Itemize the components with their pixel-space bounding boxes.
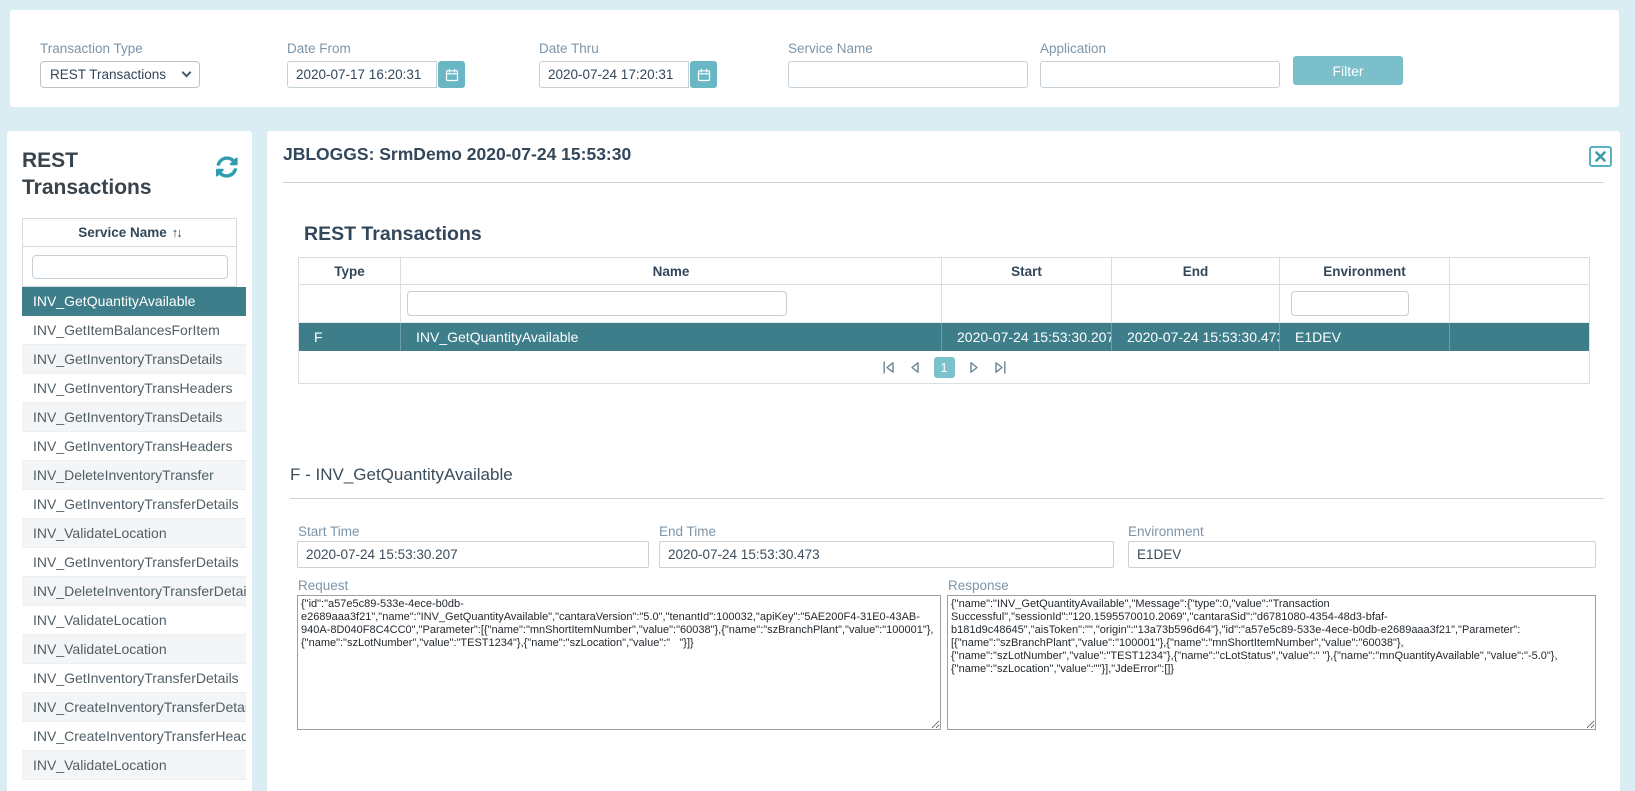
column-header-environment: Environment	[1280, 258, 1450, 284]
sidebar-title: REST Transactions	[22, 147, 187, 201]
application-label: Application	[1040, 41, 1280, 56]
cell-environment: E1DEV	[1280, 323, 1450, 351]
service-list-item[interactable]: INV_GetInventoryTransHeaders	[22, 374, 246, 403]
service-list-item[interactable]: INV_CreateInventoryTransferDetail	[22, 693, 246, 722]
table-row[interactable]: F INV_GetQuantityAvailable 2020-07-24 15…	[299, 323, 1589, 351]
title-divider	[283, 182, 1604, 183]
transaction-type-label: Transaction Type	[40, 41, 200, 56]
service-list-item[interactable]: INV_GetItemBalancesForItem	[22, 316, 246, 345]
column-header-start: Start	[942, 258, 1112, 284]
table-filter-row	[299, 285, 1589, 323]
service-list-item[interactable]: INV_GetInventoryTransferDetails	[22, 490, 246, 519]
end-time-input[interactable]	[659, 541, 1114, 568]
application-group: Application	[1040, 41, 1280, 88]
request-textarea[interactable]	[297, 595, 941, 730]
current-page-button[interactable]: 1	[934, 357, 955, 378]
service-name-label: Service Name	[788, 41, 1028, 56]
service-list-item[interactable]: INV_GetInventoryTransDetails	[22, 345, 246, 374]
response-textarea[interactable]	[947, 595, 1596, 730]
start-time-label: Start Time	[298, 524, 360, 539]
environment-input[interactable]	[1128, 541, 1596, 568]
service-list: INV_GetQuantityAvailableINV_GetItemBalan…	[22, 287, 246, 780]
service-search-input[interactable]	[32, 255, 228, 279]
environment-label: Environment	[1128, 524, 1204, 539]
service-name-column-header[interactable]: Service Name ↑↓	[22, 218, 237, 247]
cell-end: 2020-07-24 15:53:30.473	[1112, 323, 1280, 351]
next-page-button[interactable]	[969, 359, 980, 375]
date-from-input[interactable]	[287, 61, 437, 88]
service-search-box	[22, 247, 237, 287]
section-title: REST Transactions	[304, 223, 482, 246]
last-page-button[interactable]	[994, 359, 1007, 375]
start-time-input[interactable]	[297, 541, 649, 568]
table-header-row: Type Name Start End Environment	[299, 258, 1589, 285]
cell-name: INV_GetQuantityAvailable	[401, 323, 942, 351]
transaction-type-group: Transaction Type REST Transactions	[40, 41, 200, 88]
service-list-item[interactable]: INV_ValidateLocation	[22, 519, 246, 548]
service-list-item[interactable]: INV_CreateInventoryTransferHeader	[22, 722, 246, 751]
request-label: Request	[298, 578, 348, 593]
sort-arrows-icon: ↑↓	[172, 225, 181, 240]
service-list-item[interactable]: INV_ValidateLocation	[22, 751, 246, 780]
detail-heading: F - INV_GetQuantityAvailable	[290, 465, 1604, 499]
main-panel: JBLOGGS: SrmDemo 2020-07-24 15:53:30 RES…	[267, 131, 1620, 791]
close-button[interactable]	[1589, 146, 1612, 167]
chevron-down-icon	[182, 68, 192, 78]
service-list-item[interactable]: INV_GetQuantityAvailable	[22, 287, 246, 316]
service-list-item[interactable]: INV_ValidateLocation	[22, 606, 246, 635]
response-label: Response	[948, 578, 1009, 593]
sidebar: REST Transactions Service Name ↑↓ INV_Ge…	[7, 131, 252, 791]
close-icon	[1595, 151, 1606, 162]
transaction-type-select[interactable]: REST Transactions	[40, 61, 200, 88]
filter-bar: Transaction Type REST Transactions Date …	[10, 10, 1619, 107]
column-header-end: End	[1112, 258, 1280, 284]
refresh-button[interactable]	[216, 156, 238, 178]
transaction-type-value: REST Transactions	[50, 67, 166, 82]
column-header-name: Name	[401, 258, 942, 284]
refresh-icon	[216, 156, 238, 178]
calendar-icon	[697, 68, 711, 82]
column-header-type: Type	[299, 258, 401, 284]
service-list-item[interactable]: INV_DeleteInventoryTransfer	[22, 461, 246, 490]
cell-type: F	[299, 323, 401, 351]
service-list-item[interactable]: INV_GetInventoryTransferDetails	[22, 548, 246, 577]
service-list-item[interactable]: INV_GetInventoryTransferDetails	[22, 664, 246, 693]
service-list-item[interactable]: INV_GetInventoryTransHeaders	[22, 432, 246, 461]
name-filter-input[interactable]	[407, 291, 787, 316]
calendar-icon	[445, 68, 459, 82]
service-name-group: Service Name	[788, 41, 1028, 88]
previous-page-button[interactable]	[909, 359, 920, 375]
date-thru-input[interactable]	[539, 61, 689, 88]
service-name-header-label: Service Name	[78, 225, 167, 240]
first-page-button[interactable]	[882, 359, 895, 375]
date-thru-calendar-button[interactable]	[690, 61, 717, 88]
service-list-item[interactable]: INV_GetInventoryTransDetails	[22, 403, 246, 432]
filter-button[interactable]: Filter	[1293, 56, 1403, 85]
application-input[interactable]	[1040, 61, 1280, 88]
service-list-item[interactable]: INV_ValidateLocation	[22, 635, 246, 664]
cell-start: 2020-07-24 15:53:30.207	[942, 323, 1112, 351]
date-thru-label: Date Thru	[539, 41, 717, 56]
page-title: JBLOGGS: SrmDemo 2020-07-24 15:53:30	[283, 144, 631, 165]
transactions-table: Type Name Start End Environment F INV_Ge…	[298, 257, 1590, 384]
service-name-input[interactable]	[788, 61, 1028, 88]
end-time-label: End Time	[659, 524, 716, 539]
date-thru-group: Date Thru	[539, 41, 717, 88]
column-header-filler	[1450, 258, 1589, 284]
service-list-item[interactable]: INV_DeleteInventoryTransferDetail	[22, 577, 246, 606]
date-from-label: Date From	[287, 41, 465, 56]
date-from-calendar-button[interactable]	[438, 61, 465, 88]
environment-filter-input[interactable]	[1291, 291, 1409, 316]
pagination: 1	[299, 351, 1589, 383]
date-from-group: Date From	[287, 41, 465, 88]
